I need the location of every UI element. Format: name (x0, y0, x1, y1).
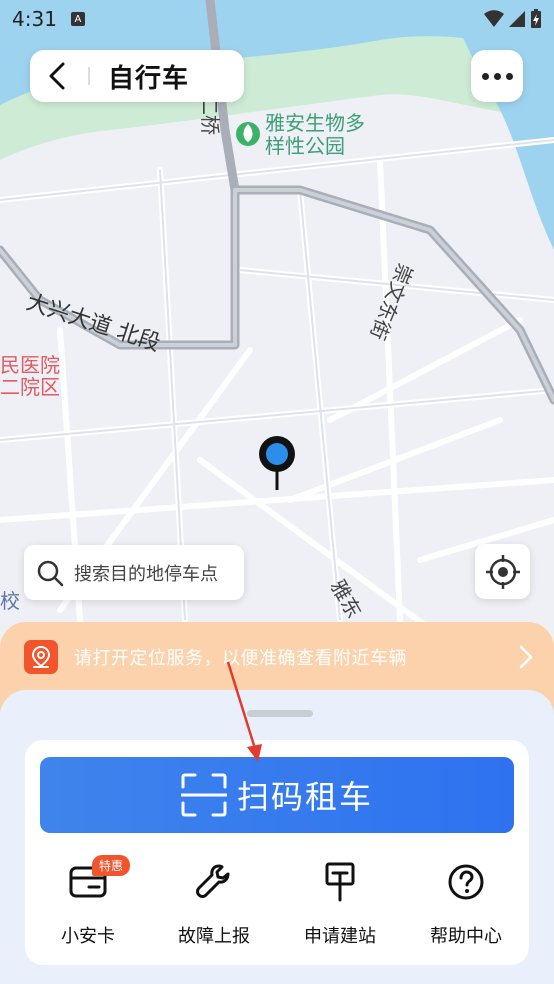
menu-label: 小安卡 (61, 926, 115, 947)
status-time: 4:31 (12, 7, 57, 31)
notice-text: 请打开定位服务，以便准确查看附近车辆 (74, 648, 407, 669)
menu-label: 故障上报 (178, 926, 250, 947)
menu-item-apply-station[interactable]: 申请建站 (277, 850, 403, 960)
chevron-right-icon (516, 642, 536, 672)
location-pin-icon (24, 640, 58, 674)
action-card: 扫码租车 特惠 小安卡 故障上报 申请建站 帮助中心 (25, 740, 529, 965)
scan-icon (180, 773, 227, 817)
station-sign-icon (324, 862, 356, 902)
scan-to-rent-button[interactable]: 扫码租车 (40, 757, 514, 833)
wrench-icon (195, 862, 233, 902)
quick-menu: 特惠 小安卡 故障上报 申请建站 帮助中心 (25, 850, 529, 960)
promo-badge: 特惠 (92, 855, 131, 876)
notice-row[interactable]: 请打开定位服务，以便准确查看附近车辆 (24, 640, 536, 674)
menu-item-help-center[interactable]: 帮助中心 (403, 850, 529, 960)
wifi-icon (484, 10, 504, 27)
menu-item-report-fault[interactable]: 故障上报 (151, 850, 277, 960)
chevron-left-icon (49, 62, 65, 90)
more-options-button[interactable] (471, 50, 523, 102)
notification-icon: A (70, 12, 85, 26)
back-button[interactable] (44, 56, 70, 96)
map-label-hospital: 民医院 (0, 353, 60, 377)
title-bar: 自行车 (30, 50, 244, 102)
drag-handle[interactable] (247, 710, 313, 717)
signal-icon (509, 11, 525, 27)
bottom-panel: 扫码租车 特惠 小安卡 故障上报 申请建站 帮助中心 (0, 690, 554, 984)
locate-me-button[interactable] (475, 544, 530, 599)
search-placeholder: 搜索目的地停车点 (74, 563, 218, 585)
search-icon (37, 560, 64, 586)
page-title: 自行车 (108, 63, 190, 94)
more-dots-icon (481, 72, 489, 80)
menu-label: 申请建站 (304, 926, 376, 947)
status-bar: 4:31 A (0, 0, 554, 38)
battery-icon (531, 9, 541, 28)
menu-label: 帮助中心 (430, 926, 502, 947)
title-divider (88, 67, 90, 85)
menu-item-card[interactable]: 特惠 小安卡 (25, 850, 151, 960)
scan-button-label: 扫码租车 (236, 778, 373, 816)
destination-search-box[interactable]: 搜索目的地停车点 (24, 545, 244, 600)
map-label-hospital-2: 二院区 (0, 375, 60, 399)
map-label-park-2: 样性公园 (265, 134, 345, 158)
map-label-school: 校 (0, 589, 20, 613)
help-icon (447, 862, 485, 902)
map-label-park: 雅安生物多 (265, 111, 365, 135)
crosshair-icon (485, 554, 520, 589)
